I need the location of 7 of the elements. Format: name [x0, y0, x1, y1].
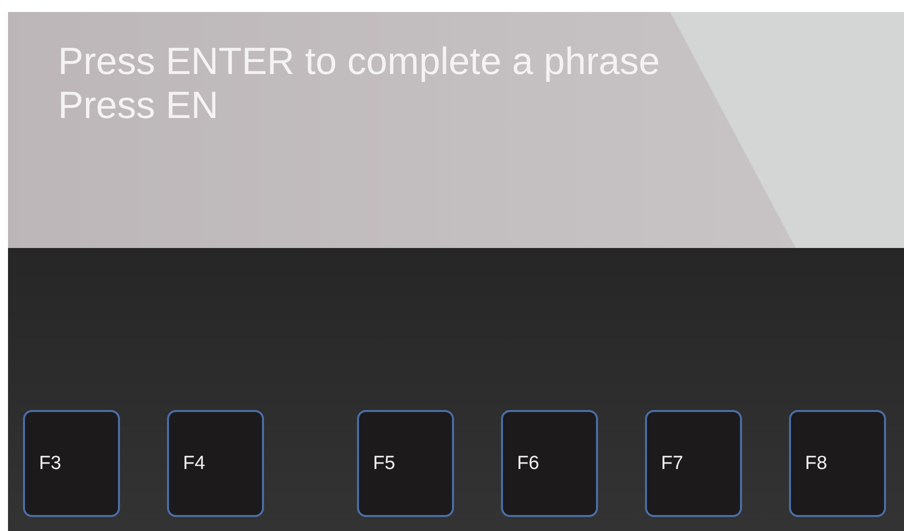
function-key[interactable]: F5 — [357, 410, 454, 517]
function-key[interactable]: F4 — [167, 410, 264, 517]
function-key[interactable]: F7 — [645, 410, 742, 517]
display-text: Press EN — [58, 84, 220, 128]
function-key[interactable]: F6 — [501, 410, 598, 517]
function-key[interactable]: F8 — [789, 410, 886, 517]
function-key[interactable]: F3 — [23, 410, 120, 517]
